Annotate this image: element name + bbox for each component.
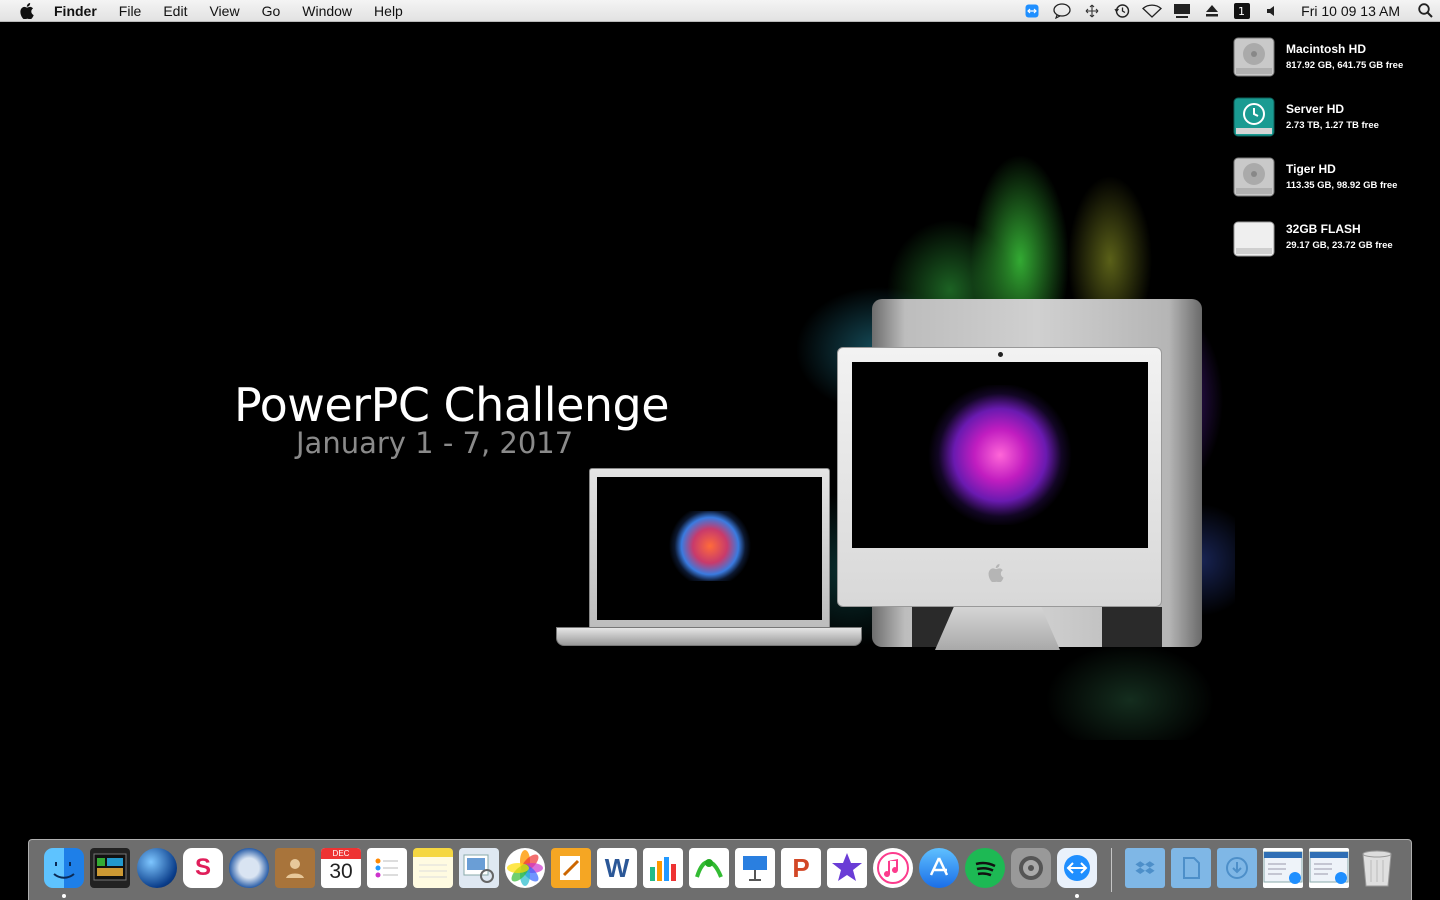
hard-drive-icon[interactable]: [1232, 154, 1276, 198]
volume-info: 113.35 GB, 98.92 GB free: [1286, 180, 1398, 191]
menu-help[interactable]: Help: [363, 0, 414, 22]
calendar-icon[interactable]: DEC 30: [321, 848, 361, 888]
wallpaper-title: PowerPC Challenge: [234, 378, 670, 432]
teamviewer-status-icon[interactable]: [1017, 0, 1047, 22]
system-preferences-icon[interactable]: [1011, 848, 1051, 888]
downloads-folder-icon[interactable]: [1217, 848, 1257, 888]
input-source-icon[interactable]: 1: [1227, 0, 1257, 22]
powerbook-base: [556, 627, 862, 646]
powerpoint-icon[interactable]: P: [781, 848, 821, 888]
wifi-icon[interactable]: [1137, 0, 1167, 22]
menu-bar: Finder File Edit View Go Window Help 1 F…: [0, 0, 1440, 22]
calendar-day: 30: [329, 860, 353, 883]
eject-icon[interactable]: [1197, 0, 1227, 22]
display-icon[interactable]: [1167, 0, 1197, 22]
dropbox-folder-icon[interactable]: [1125, 848, 1165, 888]
volume-info: 29.17 GB, 23.72 GB free: [1286, 240, 1393, 251]
imac-stand-image: [935, 607, 1060, 650]
messages-icon[interactable]: [1047, 0, 1077, 22]
external-drive-icon[interactable]: [1232, 214, 1276, 258]
word-icon[interactable]: W: [597, 848, 637, 888]
volume-macintosh-hd[interactable]: Macintosh HD 817.92 GB, 641.75 GB free: [1232, 32, 1432, 92]
imac-screen: [852, 362, 1148, 548]
hard-drive-icon[interactable]: [1232, 34, 1276, 78]
volume-name: Server HD: [1286, 102, 1345, 116]
volume-server-hd[interactable]: Server HD 2.73 TB, 1.27 TB free: [1232, 92, 1432, 152]
teamviewer-icon[interactable]: [1057, 848, 1097, 888]
volume-32gb-flash[interactable]: 32GB FLASH 29.17 GB, 23.72 GB free: [1232, 212, 1432, 272]
apple-menu-icon[interactable]: [0, 2, 54, 19]
network-globe-icon[interactable]: [137, 848, 177, 888]
volume-tiger-hd[interactable]: Tiger HD 113.35 GB, 98.92 GB free: [1232, 152, 1432, 212]
keynote-icon[interactable]: [735, 848, 775, 888]
teamviewer-window-icon-2[interactable]: [1309, 848, 1349, 888]
time-machine-icon[interactable]: [1107, 0, 1137, 22]
trash-icon[interactable]: [1357, 848, 1397, 888]
spotify-icon[interactable]: [965, 848, 1005, 888]
dock-divider: [1111, 848, 1112, 892]
powerbook-image: [589, 468, 830, 628]
imovie-icon[interactable]: [827, 848, 867, 888]
photos-icon[interactable]: [505, 848, 545, 888]
app-store-icon[interactable]: [919, 848, 959, 888]
teamviewer-running-indicator: [1075, 894, 1079, 898]
thunderbird-icon[interactable]: [229, 848, 269, 888]
itunes-icon[interactable]: [873, 848, 913, 888]
sketch-icon[interactable]: [689, 848, 729, 888]
documents-folder-icon[interactable]: [1171, 848, 1211, 888]
imac-image: [837, 347, 1162, 607]
numbers-icon[interactable]: [643, 848, 683, 888]
desktop-volumes: Macintosh HD 817.92 GB, 641.75 GB free S…: [1232, 32, 1432, 272]
menu-edit[interactable]: Edit: [152, 0, 198, 22]
spotlight-search-icon[interactable]: [1410, 3, 1440, 18]
wallpaper-subtitle: January 1 - 7, 2017: [296, 426, 574, 460]
tower-foot-right: [1102, 607, 1162, 647]
svg-text:1: 1: [1238, 5, 1245, 18]
powerbook-screen: [597, 477, 822, 620]
menu-view[interactable]: View: [198, 0, 250, 22]
volume-info: 2.73 TB, 1.27 TB free: [1286, 120, 1379, 131]
volume-info: 817.92 GB, 641.75 GB free: [1286, 60, 1404, 71]
notes-icon[interactable]: [413, 848, 453, 888]
volume-name: Macintosh HD: [1286, 42, 1367, 56]
teamviewer-window-icon[interactable]: [1263, 848, 1303, 888]
contacts-icon[interactable]: [275, 848, 315, 888]
app-menu-finder[interactable]: Finder: [54, 0, 108, 22]
menu-window[interactable]: Window: [291, 0, 363, 22]
activity-monitor-icon[interactable]: [90, 848, 130, 888]
red-burst-graphic: [664, 510, 755, 581]
finder-running-indicator: [62, 894, 66, 898]
imac-camera: [998, 352, 1003, 357]
status-area: 1 Fri 10 09 13 AM: [1017, 0, 1440, 22]
pages-icon[interactable]: [551, 848, 591, 888]
pink-burst-graphic: [925, 385, 1075, 525]
volume-name: Tiger HD: [1286, 162, 1336, 176]
preview-icon[interactable]: [459, 848, 499, 888]
finder-icon[interactable]: [44, 848, 84, 888]
slack-icon[interactable]: S: [183, 848, 223, 888]
move-icon[interactable]: [1077, 0, 1107, 22]
reminders-icon[interactable]: [367, 848, 407, 888]
menu-file[interactable]: File: [108, 0, 153, 22]
calendar-month: DEC: [321, 848, 361, 859]
volume-icon[interactable]: [1257, 0, 1287, 22]
menu-go[interactable]: Go: [251, 0, 292, 22]
volume-name: 32GB FLASH: [1286, 222, 1361, 236]
apple-logo-icon: [988, 564, 1004, 588]
time-machine-drive-icon[interactable]: [1232, 94, 1276, 138]
menu-clock[interactable]: Fri 10 09 13 AM: [1287, 3, 1410, 19]
dock: S DEC 30 W P: [28, 839, 1412, 900]
